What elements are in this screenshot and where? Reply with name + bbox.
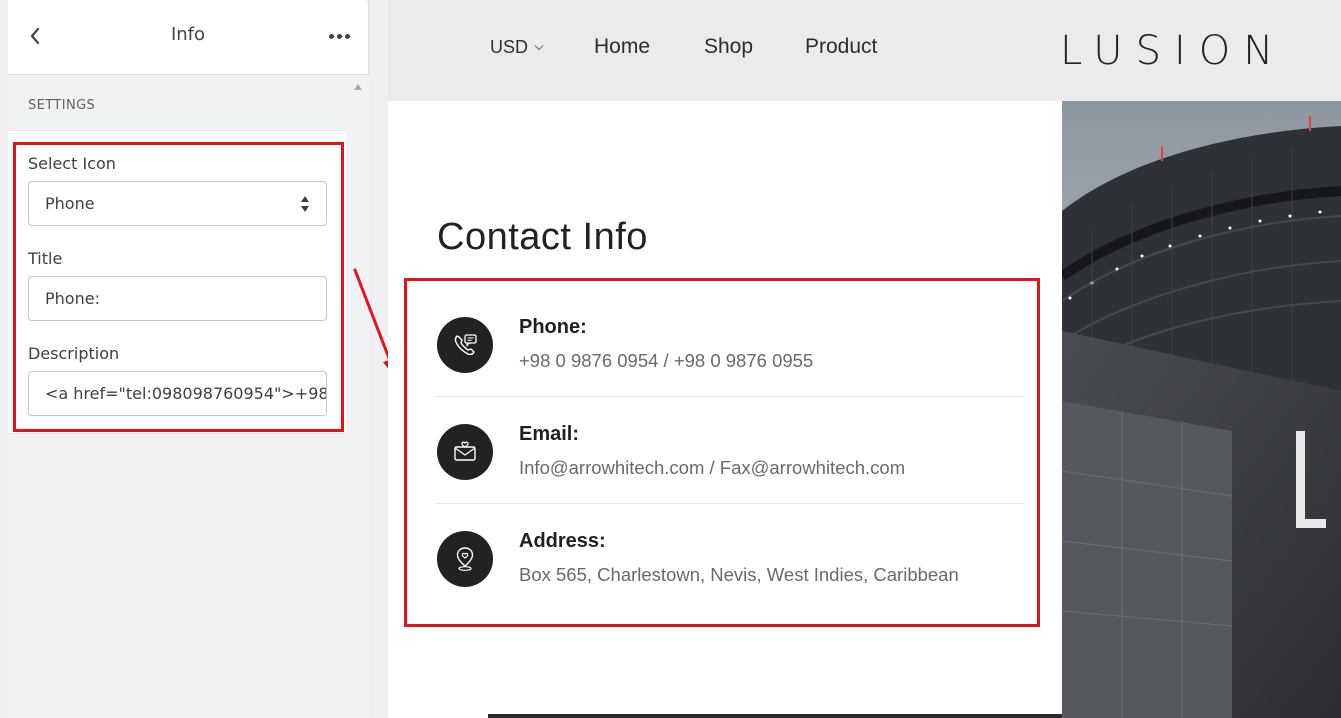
panel-title: Info [170, 24, 206, 45]
email-link[interactable]: Info@arrowhitech.com / Fax@arrowhitech.c… [519, 457, 905, 478]
settings-section-label: SETTINGS [28, 98, 96, 113]
phone-link[interactable]: +98 0 9876 0954 / +98 0 9876 0955 [519, 350, 813, 371]
panel-scrollbar[interactable] [346, 76, 369, 718]
phone-icon [437, 317, 493, 373]
nav-link-shop[interactable]: Shop [704, 35, 753, 59]
currency-selector[interactable]: USD [490, 37, 544, 58]
site-logo[interactable]: LUSION [1060, 28, 1286, 74]
description-label: Description [28, 344, 120, 363]
list-item: Email: Info@arrowhitech.com / Fax@arrowh… [436, 397, 1025, 504]
select-icon-dropdown[interactable]: Phone [28, 181, 327, 226]
building-image [1062, 101, 1341, 718]
store-preview: USD Home Shop Product LUSION Contact Inf… [388, 0, 1341, 718]
title-input[interactable]: Phone: [28, 276, 327, 321]
site-header: USD Home Shop Product LUSION [388, 0, 1341, 101]
bottom-divider [488, 714, 1062, 718]
currency-label: USD [490, 37, 529, 57]
contact-item-title: Address: [519, 530, 606, 552]
list-item: Phone: +98 0 9876 0954 / +98 0 9876 0955 [436, 290, 1025, 397]
list-item: Address: Box 565, Charlestown, Nevis, We… [436, 504, 1025, 611]
select-icon-label: Select Icon [28, 154, 116, 173]
chevron-down-icon [534, 45, 544, 51]
section-settings-panel: Info SETTINGS Select Icon Phone Title Ph… [8, 0, 369, 718]
title-label: Title [28, 249, 63, 268]
contact-item-description: Info@arrowhitech.com / Fax@arrowhitech.c… [519, 457, 905, 479]
more-dots-icon [328, 33, 334, 39]
select-arrows-icon [300, 196, 310, 212]
contact-item-title: Phone: [519, 316, 587, 338]
email-icon [437, 424, 493, 480]
scroll-up-icon[interactable] [354, 84, 362, 90]
contact-item-description: Box 565, Charlestown, Nevis, West Indies… [519, 564, 959, 585]
contact-info-list: Phone: +98 0 9876 0954 / +98 0 9876 0955… [436, 290, 1025, 611]
panel-body: SETTINGS Select Icon Phone Title Phone: … [8, 76, 346, 718]
contact-info-title: Contact Info [437, 216, 648, 258]
contact-item-title: Email: [519, 423, 580, 445]
theme-editor-sidebar: Info SETTINGS Select Icon Phone Title Ph… [0, 0, 388, 718]
select-icon-value: Phone [45, 194, 95, 213]
nav-link-home[interactable]: Home [594, 35, 650, 59]
contact-item-description: +98 0 9876 0954 / +98 0 9876 0955 [519, 350, 813, 372]
more-options-button[interactable] [326, 24, 352, 48]
panel-header: Info [8, 0, 368, 75]
nav-link-product[interactable]: Product [805, 35, 877, 59]
location-icon [437, 531, 493, 587]
description-input[interactable]: <a href="tel:098098760954">+98 0 9876 09… [28, 371, 327, 416]
settings-card: Select Icon Phone Title Phone: Descripti… [8, 130, 346, 434]
